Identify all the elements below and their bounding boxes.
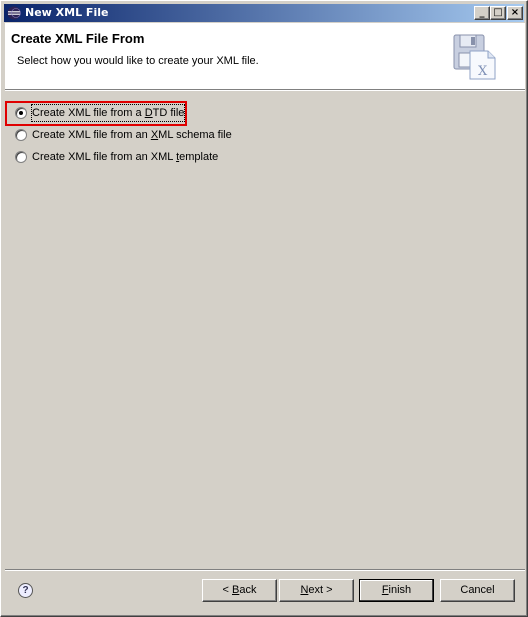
maximize-button[interactable]: □ — [490, 6, 506, 20]
option-label-dtd[interactable]: Create XML file from a DTD file — [30, 104, 186, 122]
label-text: Create XML file from a — [32, 107, 145, 119]
radio-schema[interactable] — [15, 129, 27, 141]
finish-button[interactable]: Finish — [359, 579, 434, 602]
label-text: Create XML file from an — [32, 129, 151, 141]
option-label-template[interactable]: Create XML file from an XML template — [32, 149, 218, 165]
page-title: Create XML File From — [11, 31, 145, 46]
eclipse-icon — [7, 6, 21, 20]
mnemonic: F — [381, 584, 389, 596]
window-title: New XML File — [25, 6, 109, 19]
help-icon[interactable]: ? — [18, 583, 33, 598]
next-button[interactable]: Next > — [279, 579, 354, 602]
radio-dtd[interactable] — [15, 107, 27, 119]
footer-separator — [5, 569, 525, 571]
wizard-header: Create XML File From Select how you woul… — [5, 23, 525, 89]
label-text: Create XML file from an XML — [32, 151, 177, 163]
close-button[interactable]: × — [507, 6, 523, 20]
radio-template[interactable] — [15, 151, 27, 163]
label-text: < — [222, 584, 232, 596]
option-label-schema[interactable]: Create XML file from an XML schema file — [32, 127, 232, 143]
back-button[interactable]: < Back — [202, 579, 277, 602]
label-text: ack — [239, 584, 257, 596]
page-description: Select how you would like to create your… — [17, 55, 259, 67]
new-xml-file-dialog: New XML File _ □ × Create XML File From … — [0, 0, 528, 617]
label-text: inish — [388, 584, 412, 596]
mnemonic: D — [144, 107, 153, 119]
label-text: emplate — [179, 151, 219, 163]
cancel-button[interactable]: Cancel — [440, 579, 515, 602]
minimize-button[interactable]: _ — [474, 6, 490, 20]
label-text: TD file — [152, 107, 185, 119]
xml-file-wizard-icon: X — [453, 34, 496, 80]
title-bar[interactable]: New XML File _ □ × — [4, 4, 524, 22]
label-text: ext > — [308, 584, 333, 596]
label-text: ML schema file — [158, 129, 232, 141]
header-separator — [5, 89, 525, 91]
svg-text:X: X — [478, 64, 488, 79]
